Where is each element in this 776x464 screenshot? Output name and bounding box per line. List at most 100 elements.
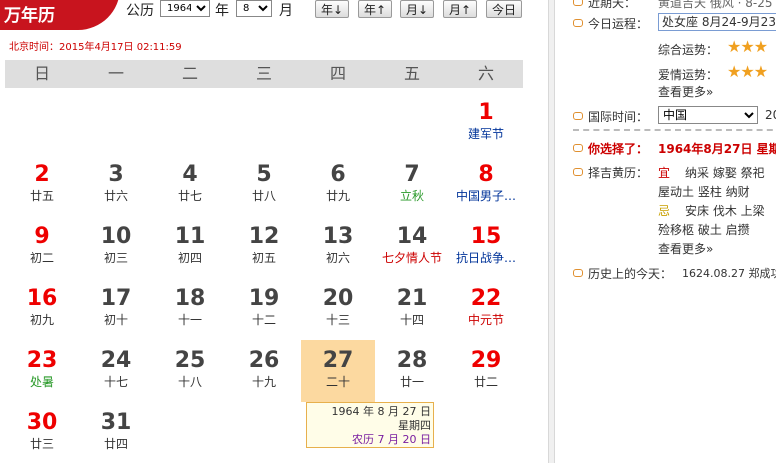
day-cell[interactable]: 5 廿八 <box>227 154 301 216</box>
lunar-or-festival-label: 廿五 <box>29 189 54 203</box>
intl-time-label: 国际时间： <box>588 110 649 124</box>
lunar-or-festival-label: 廿九 <box>325 189 350 203</box>
next-year-button[interactable]: 年↑ <box>358 0 392 18</box>
intl-time-value: 20 <box>765 108 776 122</box>
day-number: 30 <box>26 410 58 435</box>
day-cell[interactable]: 14 七夕情人节 <box>375 216 449 278</box>
day-cell[interactable]: 25 十八 <box>153 340 227 402</box>
bullet-arrow-icon <box>573 19 583 27</box>
almanac-label: 择吉黄历： <box>588 166 649 180</box>
history-value[interactable]: 1624.08.27 郑成功 <box>682 265 776 281</box>
lunar-or-festival-label: 廿二 <box>473 375 498 389</box>
more-almanac-link[interactable]: 查看更多» <box>658 240 713 257</box>
lunar-or-festival-label: 二十 <box>325 375 350 389</box>
next-month-button[interactable]: 月↑ <box>443 0 477 18</box>
today-button[interactable]: 今日 <box>486 0 522 18</box>
lunar-or-festival-label: 初十 <box>103 313 128 327</box>
day-cell[interactable]: 29 廿二 <box>449 340 523 402</box>
day-number: 4 <box>182 162 198 187</box>
day-cell[interactable]: 22 中元节 <box>449 278 523 340</box>
month-unit-label: 月 <box>279 3 293 19</box>
day-cell[interactable]: 19 十二 <box>227 278 301 340</box>
lunar-or-festival-label: 处暑 <box>29 375 54 389</box>
day-cell[interactable]: 7 立秋 <box>375 154 449 216</box>
year-select[interactable]: 1964 <box>160 0 210 17</box>
day-cell[interactable]: 12 初五 <box>227 216 301 278</box>
weekday-tue: 二 <box>181 64 198 83</box>
day-cell[interactable]: 20 十三 <box>301 278 375 340</box>
day-cell[interactable]: 11 初四 <box>153 216 227 278</box>
day-number: 13 <box>322 224 354 249</box>
lunar-or-festival-label: 十七 <box>103 375 128 389</box>
yi-items-2: 屋动土 竖柱 纳财 <box>658 185 750 199</box>
day-cell[interactable]: 10 初三 <box>79 216 153 278</box>
weekday-sat: 六 <box>477 64 494 83</box>
day-cell[interactable]: 13 初六 <box>301 216 375 278</box>
chosen-date-label: 你选择了： <box>588 142 649 156</box>
lunar-or-festival-label: 廿四 <box>103 437 128 451</box>
day-cell[interactable]: 6 廿九 <box>301 154 375 216</box>
more-fortune-link[interactable]: 查看更多» <box>658 83 713 100</box>
bullet-arrow-icon <box>573 112 583 120</box>
zodiac-select[interactable]: 处女座 8月24-9月23 <box>658 13 776 31</box>
day-cell[interactable]: 8 中国男子… <box>449 154 523 216</box>
day-cell[interactable]: 16 初九 <box>5 278 79 340</box>
day-cell[interactable]: 24 十七 <box>79 340 153 402</box>
lunar-or-festival-label: 初五 <box>251 251 276 265</box>
day-number: 12 <box>248 224 280 249</box>
lunar-or-festival-label: 十九 <box>251 375 276 389</box>
lunar-or-festival-label: 廿七 <box>177 189 202 203</box>
day-number: 29 <box>470 348 502 373</box>
ji-label: 忌 <box>658 204 671 218</box>
calendar-type-label: 公历 <box>126 3 154 19</box>
lunar-or-festival-label: 十一 <box>177 313 202 327</box>
day-number: 19 <box>248 286 280 311</box>
lunar-or-festival-label: 十二 <box>251 313 276 327</box>
lunar-or-festival-label: 中元节 <box>467 313 504 327</box>
day-cell[interactable]: 27 二十 <box>301 340 375 402</box>
day-cell[interactable]: 30 廿三 <box>5 402 79 464</box>
day-cell[interactable]: 31 廿四 <box>79 402 153 464</box>
day-number: 14 <box>396 224 428 249</box>
overall-stars-icon: ★★★ <box>727 37 768 56</box>
day-cell[interactable]: 4 廿七 <box>153 154 227 216</box>
bullet-arrow-icon <box>573 144 583 152</box>
lunar-or-festival-label: 七夕情人节 <box>381 251 442 265</box>
lunar-or-festival-label: 初九 <box>29 313 54 327</box>
lunar-or-festival-label: 初四 <box>177 251 202 265</box>
bullet-arrow-icon <box>573 168 583 176</box>
day-number: 9 <box>34 224 50 249</box>
prev-month-button[interactable]: 月↓ <box>400 0 434 18</box>
country-select[interactable]: 中国 <box>658 106 758 124</box>
day-cell[interactable]: 1 建军节 <box>449 92 523 154</box>
panel-divider <box>548 0 555 463</box>
day-cell[interactable]: 28 廿一 <box>375 340 449 402</box>
day-cell[interactable]: 23 处暑 <box>5 340 79 402</box>
day-cell[interactable]: 17 初十 <box>79 278 153 340</box>
year-unit-label: 年 <box>215 3 229 19</box>
day-number: 26 <box>248 348 280 373</box>
day-cell[interactable]: 2 廿五 <box>5 154 79 216</box>
day-cell[interactable]: 21 十四 <box>375 278 449 340</box>
day-cell[interactable]: 3 廿六 <box>79 154 153 216</box>
tooltip-lunar-date: 农历 7 月 20 日 <box>352 433 431 446</box>
day-number: 11 <box>174 224 206 249</box>
lunar-or-festival-label: 十四 <box>399 313 424 327</box>
lunar-or-festival-label: 抗日战争… <box>455 251 516 265</box>
bullet-arrow-icon <box>573 0 583 6</box>
overall-fortune-label: 综合运势： <box>658 43 719 57</box>
weekday-header: 日 一 二 三 四 五 六 <box>5 60 523 88</box>
day-cell[interactable]: 18 十一 <box>153 278 227 340</box>
day-number: 8 <box>478 162 494 187</box>
day-cell[interactable]: 9 初二 <box>5 216 79 278</box>
day-cell[interactable]: 15 抗日战争… <box>449 216 523 278</box>
day-cell[interactable]: 26 十九 <box>227 340 301 402</box>
prev-year-button[interactable]: 年↓ <box>315 0 349 18</box>
day-number: 21 <box>396 286 428 311</box>
tooltip-date: 1964 年 8 月 27 日 <box>331 405 431 418</box>
weekday-fri: 五 <box>403 64 420 83</box>
month-select[interactable]: 8 <box>236 0 272 17</box>
day-number: 25 <box>174 348 206 373</box>
day-number: 22 <box>470 286 502 311</box>
lunar-or-festival-label: 十八 <box>177 375 202 389</box>
